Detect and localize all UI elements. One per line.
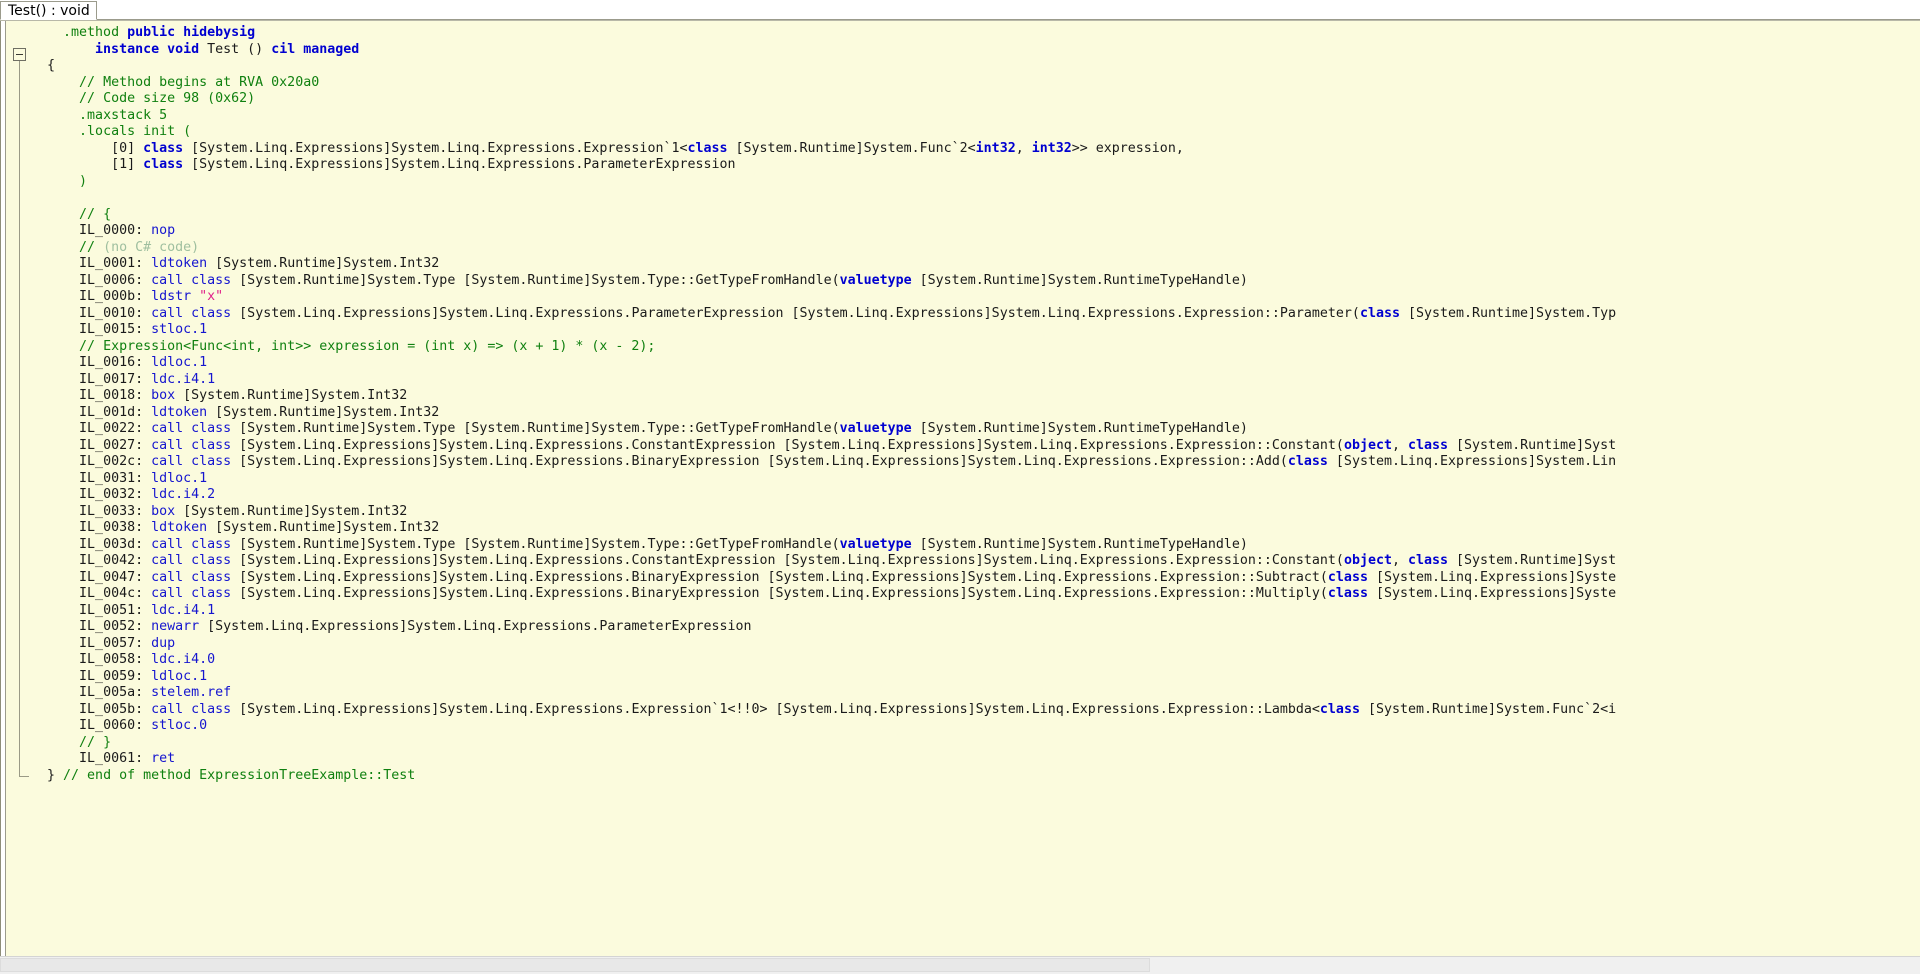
- code-line: IL_002c: call class [System.Linq.Express…: [79, 454, 1617, 469]
- code-line: IL_0017: ldc.i4.1: [79, 371, 216, 387]
- code-line: {: [47, 58, 56, 73]
- code-line: IL_0051: ldc.i4.1: [79, 602, 216, 618]
- code-line: IL_0047: call class [System.Linq.Express…: [79, 569, 1617, 585]
- code-editor[interactable]: .method public hidebysig instance void T…: [0, 21, 1920, 956]
- il-disassembly-window: Test() : void .method public hidebysig i…: [0, 0, 1920, 974]
- code-line: IL_005a: stelem.ref: [79, 685, 232, 700]
- code-line: .maxstack 5: [79, 107, 168, 123]
- horizontal-scrollbar-thumb[interactable]: [0, 958, 1150, 972]
- code-line: IL_0027: call class [System.Linq.Express…: [79, 437, 1617, 453]
- code-line: IL_0006: call class [System.Runtime]Syst…: [79, 272, 1248, 288]
- code-line: // }: [79, 734, 112, 750]
- fold-guide-elbow: [19, 775, 29, 777]
- code-line: IL_004c: call class [System.Linq.Express…: [79, 586, 1617, 601]
- tab-strip: Test() : void: [0, 0, 1920, 21]
- code-line: IL_0058: ldc.i4.0: [79, 652, 216, 667]
- code-line: IL_0018: box [System.Runtime]System.Int3…: [79, 388, 408, 403]
- code-line: IL_0052: newarr [System.Linq.Expressions…: [79, 619, 752, 634]
- code-line: IL_0033: box [System.Runtime]System.Int3…: [79, 503, 408, 519]
- code-line: .locals init (: [79, 124, 192, 139]
- code-line: IL_0042: call class [System.Linq.Express…: [79, 553, 1617, 568]
- editor-left-border: [1, 21, 6, 956]
- code-line: IL_0059: ldloc.1: [79, 668, 208, 684]
- code-line: IL_0032: ldc.i4.2: [79, 487, 216, 502]
- code-line: // Method begins at RVA 0x20a0: [79, 74, 320, 90]
- code-line: IL_0038: ldtoken [System.Runtime]System.…: [79, 520, 440, 535]
- code-line: // {: [79, 206, 112, 222]
- code-line: IL_0061: ret: [79, 751, 176, 766]
- code-line: .method public hidebysig: [63, 25, 256, 40]
- code-line: // (no C# code): [79, 239, 200, 255]
- fold-guide-line: [19, 61, 20, 776]
- code-line: ): [79, 173, 88, 189]
- code-line: IL_005b: call class [System.Linq.Express…: [79, 701, 1617, 717]
- collapse-method-icon[interactable]: [13, 48, 26, 61]
- code-line: IL_0000: nop: [79, 223, 176, 238]
- code-line: } // end of method ExpressionTreeExample…: [47, 767, 416, 783]
- code-line: IL_0057: dup: [79, 635, 176, 651]
- code-content[interactable]: .method public hidebysig instance void T…: [31, 21, 1920, 956]
- code-line: IL_0022: call class [System.Runtime]Syst…: [79, 421, 1248, 436]
- code-line: IL_001d: ldtoken [System.Runtime]System.…: [79, 404, 440, 420]
- code-line: IL_0060: stloc.0: [79, 718, 208, 733]
- code-line: // Code size 98 (0x62): [79, 91, 256, 106]
- code-line: IL_0015: stloc.1: [79, 322, 208, 337]
- code-line: IL_0010: call class [System.Linq.Express…: [79, 305, 1617, 321]
- code-line: IL_0031: ldloc.1: [79, 470, 208, 486]
- code-line: IL_0001: ldtoken [System.Runtime]System.…: [79, 256, 440, 271]
- code-line: [1] class [System.Linq.Expressions]Syste…: [111, 157, 736, 172]
- tab-strip-filler: [96, 1, 1920, 20]
- code-line: IL_003d: call class [System.Runtime]Syst…: [79, 536, 1248, 552]
- code-line: [0] class [System.Linq.Expressions]Syste…: [111, 140, 1184, 156]
- code-line: // Expression<Func<int, int>> expression…: [79, 338, 656, 354]
- tab-label: Test() : void: [8, 3, 90, 19]
- code-line: instance void Test () cil managed: [95, 41, 360, 57]
- horizontal-scrollbar[interactable]: [0, 956, 1920, 974]
- tab-test-void[interactable]: Test() : void: [0, 1, 97, 20]
- code-line: IL_000b: ldstr "x": [79, 289, 224, 304]
- code-line: IL_0016: ldloc.1: [79, 355, 208, 370]
